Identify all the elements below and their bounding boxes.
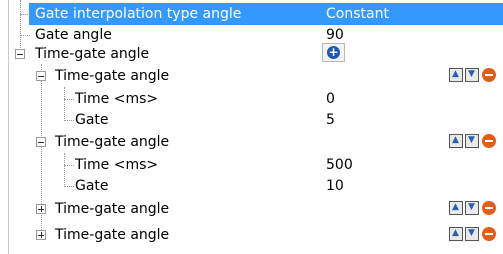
collapse-icon[interactable] xyxy=(15,49,25,59)
delete-icon[interactable] xyxy=(482,227,496,241)
property-tree: Gate interpolation type angle Constant G… xyxy=(0,0,503,254)
tree-connector xyxy=(64,99,74,100)
row-actions: ▲ ▼ xyxy=(449,68,503,84)
group-row-time-gate-angle[interactable]: Time-gate angle + xyxy=(0,43,503,65)
expand-icon[interactable] xyxy=(36,204,46,214)
move-down-icon[interactable]: ▼ xyxy=(465,201,479,215)
property-label: Gate interpolation type angle xyxy=(35,6,242,22)
property-value-field[interactable]: 500 xyxy=(326,157,353,173)
expand-icon[interactable] xyxy=(36,230,46,240)
row-actions: ▲ ▼ xyxy=(449,227,503,243)
property-row-time[interactable]: Time <ms> 500 xyxy=(0,154,503,176)
move-up-icon[interactable]: ▲ xyxy=(449,134,463,148)
move-down-icon[interactable]: ▼ xyxy=(465,68,479,82)
move-up-icon[interactable]: ▲ xyxy=(449,68,463,82)
subgroup-row-time-gate-angle[interactable]: Time-gate angle ▲ ▼ xyxy=(0,131,503,153)
subgroup-row-time-gate-angle[interactable]: Time-gate angle ▲ ▼ xyxy=(0,65,503,87)
property-label: Time <ms> xyxy=(75,157,159,173)
property-row-time[interactable]: Time <ms> 0 xyxy=(0,88,503,110)
property-value-dropdown[interactable]: Constant xyxy=(326,6,389,22)
property-row-gate[interactable]: Gate 5 xyxy=(0,109,503,131)
property-label: Gate xyxy=(75,178,109,194)
move-up-icon[interactable]: ▲ xyxy=(449,201,463,215)
tree-connector xyxy=(20,14,30,15)
tree-connector xyxy=(64,165,74,166)
add-item-button[interactable]: + xyxy=(322,43,345,62)
move-down-icon[interactable]: ▼ xyxy=(465,227,479,241)
move-down-icon[interactable]: ▼ xyxy=(465,134,479,148)
property-label: Gate xyxy=(75,112,109,128)
tree-connector xyxy=(64,120,74,121)
subgroup-label: Time-gate angle xyxy=(55,68,170,84)
move-up-icon[interactable]: ▲ xyxy=(449,227,463,241)
tree-connector xyxy=(20,35,30,36)
subgroup-row-time-gate-angle[interactable]: Time-gate angle ▲ ▼ xyxy=(0,198,503,220)
subgroup-label: Time-gate angle xyxy=(55,201,170,217)
property-row-gate[interactable]: Gate 10 xyxy=(0,175,503,197)
collapse-icon[interactable] xyxy=(36,71,46,81)
property-label: Time <ms> xyxy=(75,91,159,107)
subgroup-row-time-gate-angle[interactable]: Time-gate angle ▲ ▼ xyxy=(0,224,503,246)
property-value-field[interactable]: 10 xyxy=(326,178,344,194)
delete-icon[interactable] xyxy=(482,134,496,148)
row-actions: ▲ ▼ xyxy=(449,134,503,150)
plus-circle-icon: + xyxy=(327,45,340,59)
collapse-icon[interactable] xyxy=(36,137,46,147)
row-actions: ▲ ▼ xyxy=(449,201,503,217)
property-label: Gate angle xyxy=(35,27,112,43)
delete-icon[interactable] xyxy=(482,201,496,215)
property-value-field[interactable]: 5 xyxy=(326,112,335,128)
group-label: Time-gate angle xyxy=(35,46,150,62)
delete-icon[interactable] xyxy=(482,68,496,82)
subgroup-label: Time-gate angle xyxy=(55,134,170,150)
property-row-gate-interpolation-type[interactable]: Gate interpolation type angle Constant xyxy=(0,3,503,25)
property-value-field[interactable]: 0 xyxy=(326,91,335,107)
tree-connector xyxy=(64,186,74,187)
subgroup-label: Time-gate angle xyxy=(55,227,170,243)
property-value-field[interactable]: 90 xyxy=(326,27,344,43)
